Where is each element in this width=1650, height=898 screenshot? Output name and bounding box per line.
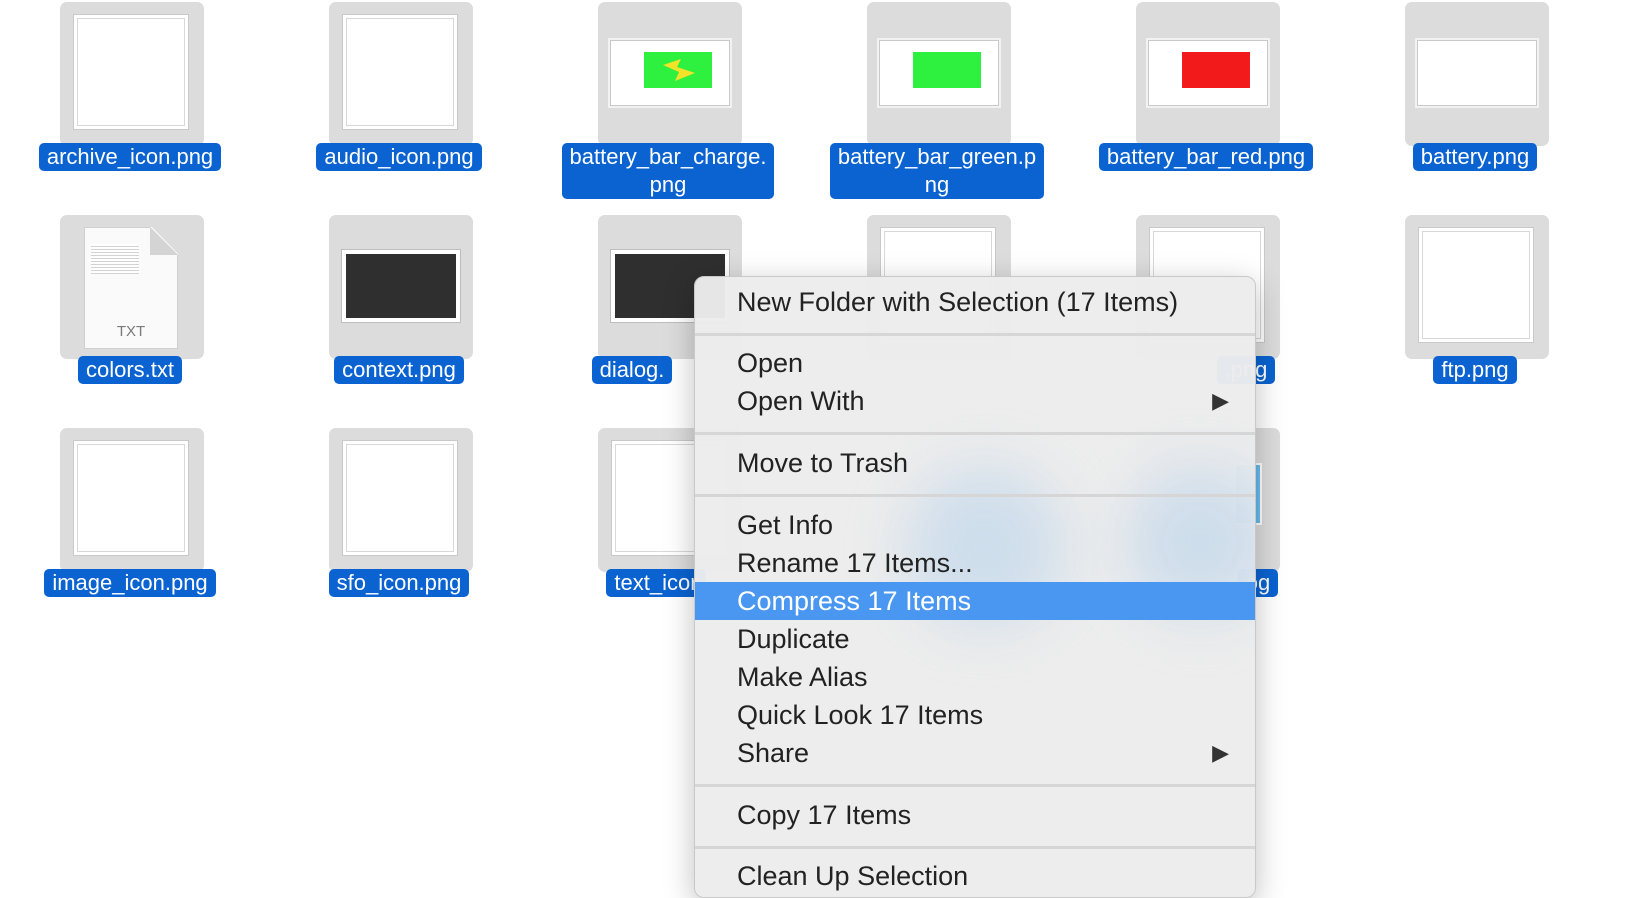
file-extension: TXT <box>116 323 146 340</box>
menu-item-new-folder-with-selection[interactable]: New Folder with Selection (17 Items) <box>695 283 1255 321</box>
menu-item-compress[interactable]: Compress 17 Items <box>695 582 1255 620</box>
battery-preview <box>879 40 999 106</box>
file-name: dialog. <box>591 356 673 384</box>
file-name: audio_icon.png <box>316 143 482 171</box>
battery-bar-green <box>913 52 981 88</box>
file-name: ftp.png <box>1433 356 1517 384</box>
blank-image-preview <box>342 440 458 556</box>
file-item[interactable]: battery_bar_red.png <box>1076 0 1336 210</box>
file-item[interactable]: battery.png <box>1345 0 1605 210</box>
menu-separator <box>695 494 1255 497</box>
file-thumbnail <box>1405 2 1549 146</box>
battery-preview <box>1417 40 1537 106</box>
menu-item-move-to-trash[interactable]: Move to Trash <box>695 444 1255 482</box>
menu-item-duplicate[interactable]: Duplicate <box>695 620 1255 658</box>
file-item[interactable]: ftp.png <box>1345 213 1605 423</box>
submenu-arrow-icon: ▶ <box>1212 740 1229 765</box>
file-item[interactable]: sfo_icon.png <box>269 426 529 636</box>
menu-item-clean-up-selection[interactable]: Clean Up Selection <box>695 857 1255 895</box>
menu-item-open-with[interactable]: Open With ▶ <box>695 382 1255 420</box>
file-thumbnail <box>60 428 204 572</box>
file-item[interactable]: battery_bar_green.p ng <box>807 0 1067 210</box>
blank-image-preview <box>1418 227 1534 343</box>
blank-image-preview <box>342 14 458 130</box>
file-item[interactable]: audio_icon.png <box>269 0 529 210</box>
battery-bar-red <box>1182 52 1250 88</box>
menu-item-rename[interactable]: Rename 17 Items... <box>695 544 1255 582</box>
battery-preview <box>1148 40 1268 106</box>
file-name: battery_bar_green.p ng <box>829 143 1045 199</box>
file-item[interactable]: TXT colors.txt <box>0 213 260 423</box>
file-thumbnail: TXT <box>60 215 204 359</box>
menu-item-copy[interactable]: Copy 17 Items <box>695 796 1255 834</box>
file-name: text_icor <box>606 569 706 597</box>
menu-separator <box>695 432 1255 435</box>
file-name: battery_bar_charge. png <box>561 143 775 199</box>
file-name: archive_icon.png <box>38 143 222 171</box>
blank-image-preview <box>73 14 189 130</box>
file-thumbnail <box>329 215 473 359</box>
file-name: colors.txt <box>77 356 183 384</box>
file-thumbnail <box>1405 215 1549 359</box>
menu-item-quick-look[interactable]: Quick Look 17 Items <box>695 696 1255 734</box>
menu-item-get-info[interactable]: Get Info <box>695 506 1255 544</box>
file-item[interactable]: image_icon.png <box>0 426 260 636</box>
menu-item-open[interactable]: Open <box>695 344 1255 382</box>
file-name: battery.png <box>1412 143 1538 171</box>
file-thumbnail <box>60 2 204 146</box>
menu-item-open-with-label: Open With <box>737 386 865 416</box>
submenu-arrow-icon: ▶ <box>1212 388 1229 413</box>
battery-preview <box>610 40 730 106</box>
file-thumbnail <box>867 2 1011 146</box>
text-lines <box>91 244 139 274</box>
file-thumbnail <box>329 2 473 146</box>
lightning-bolt-icon <box>663 59 695 81</box>
menu-item-share[interactable]: Share ▶ <box>695 734 1255 772</box>
menu-item-share-label: Share <box>737 738 810 768</box>
context-menu[interactable]: New Folder with Selection (17 Items) Ope… <box>694 276 1256 898</box>
menu-separator <box>695 846 1255 849</box>
file-item[interactable]: context.png <box>269 213 529 423</box>
file-name: sfo_icon.png <box>328 569 470 597</box>
blank-image-preview <box>73 440 189 556</box>
menu-separator <box>695 333 1255 336</box>
file-name: context.png <box>334 356 464 384</box>
file-thumbnail <box>1136 2 1280 146</box>
file-thumbnail <box>329 428 473 572</box>
page-fold <box>150 227 178 255</box>
file-item[interactable]: archive_icon.png <box>0 0 260 210</box>
text-document-icon: TXT <box>84 227 178 349</box>
dark-image-preview <box>341 249 461 323</box>
menu-item-make-alias[interactable]: Make Alias <box>695 658 1255 696</box>
file-item[interactable]: battery_bar_charge. png <box>538 0 798 210</box>
file-name: battery_bar_red.png <box>1098 143 1314 171</box>
file-name: image_icon.png <box>44 569 216 597</box>
file-thumbnail <box>598 2 742 146</box>
menu-separator <box>695 784 1255 787</box>
